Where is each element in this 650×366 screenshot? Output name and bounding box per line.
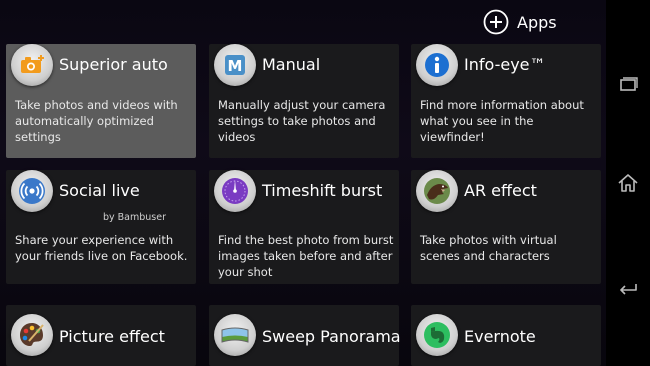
back-icon[interactable]: [615, 274, 641, 300]
add-circle-icon: [483, 9, 509, 35]
dinosaur-icon: [416, 170, 458, 212]
tile-description: Manually adjust your camera settings to …: [218, 98, 386, 144]
tile-title: AR effect: [464, 181, 537, 200]
apps-button[interactable]: Apps: [483, 8, 557, 36]
system-navigation-bar: [606, 0, 650, 366]
tile-evernote[interactable]: Evernote: [411, 305, 601, 366]
broadcast-icon: [11, 170, 53, 212]
tile-description: Find the best photo from burst images ta…: [218, 233, 394, 279]
camera-apps-panel: Apps Superior auto Take photos and video…: [0, 0, 606, 366]
tile-description: Take photos and videos with automaticall…: [15, 98, 178, 144]
tile-manual[interactable]: M Manual Manually adjust your camera set…: [209, 44, 399, 158]
tile-timeshift-burst[interactable]: Timeshift burst Find the best photo from…: [209, 170, 399, 284]
tile-picture-effect[interactable]: Picture effect: [6, 305, 196, 366]
tile-superior-auto[interactable]: Superior auto Take photos and videos wit…: [6, 44, 196, 158]
home-icon[interactable]: [615, 170, 641, 196]
tile-title: Manual: [262, 55, 321, 74]
superior-auto-icon: [11, 44, 53, 86]
tile-title: Timeshift burst: [262, 181, 383, 200]
tile-subtitle: by Bambuser: [102, 212, 166, 223]
tile-ar-effect[interactable]: AR effect Take photos with virtual scene…: [411, 170, 601, 284]
tile-social-live[interactable]: Social live by Bambuser Share your exper…: [6, 170, 196, 284]
tile-sweep-panorama[interactable]: Sweep Panorama: [209, 305, 401, 366]
evernote-elephant-icon: [416, 314, 458, 356]
tile-title: Superior auto: [59, 55, 168, 74]
tile-title: Evernote: [464, 327, 536, 346]
tile-info-eye[interactable]: Info-eye™ Find more information about wh…: [411, 44, 601, 158]
tile-description: Find more information about what you see…: [420, 98, 584, 144]
panorama-landscape-icon: [214, 314, 256, 356]
recent-apps-icon[interactable]: [615, 72, 641, 98]
info-icon: [416, 44, 458, 86]
tile-title: Sweep Panorama: [262, 327, 401, 346]
palette-icon: [11, 314, 53, 356]
manual-m-icon: M: [214, 44, 256, 86]
tile-title: Info-eye™: [464, 55, 546, 74]
svg-text:M: M: [228, 57, 243, 75]
timeshift-dial-icon: [214, 170, 256, 212]
tile-description: Take photos with virtual scenes and char…: [420, 233, 557, 263]
tile-title: Social live: [59, 181, 140, 200]
tile-title: Picture effect: [59, 327, 165, 346]
tile-description: Share your experience with your friends …: [15, 233, 188, 263]
apps-label: Apps: [517, 12, 557, 32]
